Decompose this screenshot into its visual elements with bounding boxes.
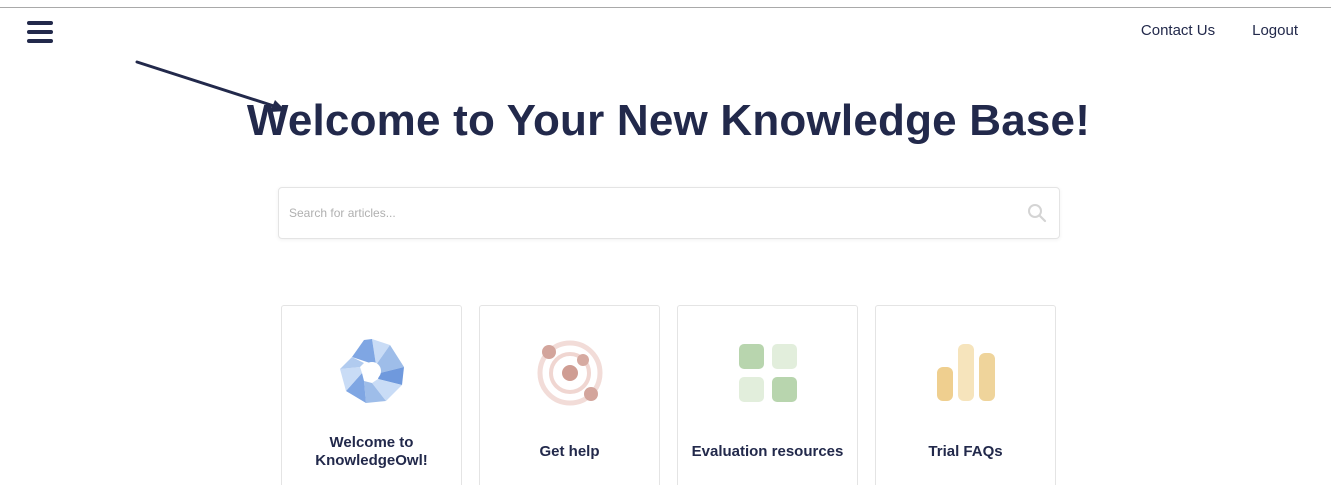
aperture-icon [339,339,404,403]
search-input[interactable] [279,188,1009,238]
category-label: Evaluation resources [691,443,844,460]
hamburger-bar [27,21,53,25]
category-label: Welcome to KnowledgeOwl! [315,434,428,469]
category-label: Trial FAQs [928,443,1003,460]
category-label: Get help [539,443,600,460]
page-title: Welcome to Your New Knowledge Base! [246,96,1091,145]
logout-link[interactable]: Logout [1252,22,1298,39]
top-divider [0,7,1331,8]
contact-us-link[interactable]: Contact Us [1141,22,1215,39]
orbit-icon [537,340,602,406]
search-icon[interactable] [1027,203,1047,223]
category-card-evaluation[interactable]: Evaluation resources [677,305,858,485]
category-card-get-help[interactable]: Get help [479,305,660,485]
hamburger-menu-icon[interactable] [27,20,53,44]
category-card-welcome[interactable]: Welcome to KnowledgeOwl! [281,305,462,485]
search-bar [278,187,1060,239]
hamburger-bar [27,39,53,43]
top-nav: Contact Us Logout [1141,22,1298,39]
category-card-trial-faqs[interactable]: Trial FAQs [875,305,1056,485]
hamburger-bar [27,30,53,34]
category-cards: Welcome to KnowledgeOwl! Get help Evalua… [281,305,1056,485]
grid-icon [738,344,797,402]
bar-chart-icon [936,344,995,401]
